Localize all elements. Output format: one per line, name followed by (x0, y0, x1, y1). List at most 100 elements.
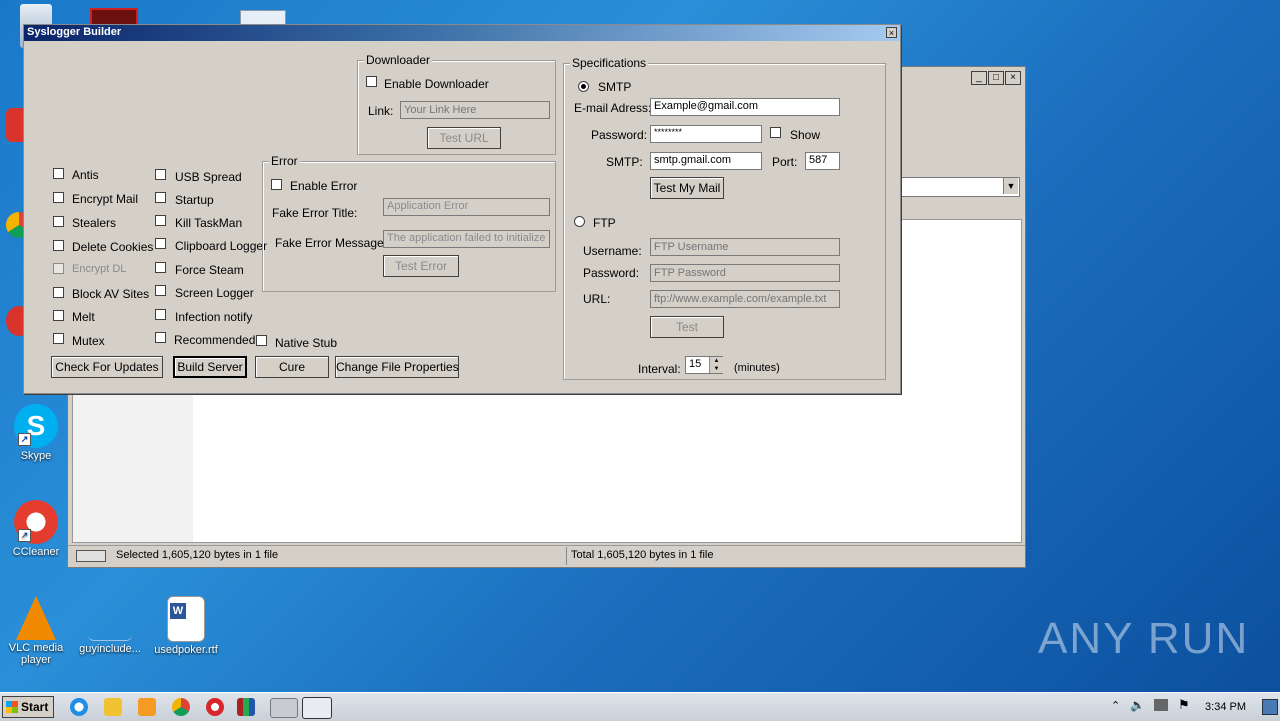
volume-icon[interactable]: 🔈 (1130, 698, 1145, 712)
melt-checkbox[interactable] (53, 310, 64, 321)
chrome-icon[interactable] (172, 698, 190, 716)
media-player-icon[interactable] (138, 698, 156, 716)
build-server-button[interactable]: Build Server (173, 356, 247, 378)
block-av-sites-checkbox[interactable] (53, 287, 64, 298)
error-group: Error Enable Error Fake Error Title: App… (262, 154, 556, 292)
enable-downloader-checkbox[interactable] (366, 76, 377, 87)
ftp-url-label: URL: (583, 292, 611, 306)
smtp-password-input[interactable]: ******** (650, 125, 762, 143)
taskbar: Start ⌃ 🔈 ⚑ 3:34 PM (0, 692, 1280, 721)
error-group-title: Error (269, 154, 300, 168)
enable-downloader-label: Enable Downloader (384, 77, 489, 91)
file-explorer-icon[interactable] (104, 698, 122, 716)
close-button[interactable]: × (1005, 71, 1021, 85)
fake-error-title-label: Fake Error Title: (272, 206, 358, 220)
syslogger-builder-dialog[interactable]: Syslogger Builder × Antis Encrypt Mail S… (23, 24, 901, 394)
desktop-icon-guyinclude[interactable]: guyinclude... (78, 596, 142, 655)
delete-cookies-checkbox[interactable] (53, 240, 64, 251)
kill-taskman-checkbox[interactable] (155, 215, 166, 226)
desktop-icon-vlc[interactable]: VLC media player (4, 596, 68, 666)
close-button[interactable]: × (886, 27, 897, 38)
encrypt-mail-checkbox[interactable] (53, 192, 64, 203)
desktop-icon-skype[interactable]: S ↗ Skype (4, 404, 68, 462)
tray-chevron-icon[interactable]: ⌃ (1111, 699, 1120, 712)
usb-spread-checkbox[interactable] (155, 169, 166, 180)
status-selected-text: Selected 1,605,120 bytes in 1 file (116, 549, 279, 561)
status-bar: Selected 1,605,120 bytes in 1 file Total… (68, 545, 1025, 566)
blank-file-icon (88, 596, 132, 641)
minimize-button[interactable]: _ (971, 71, 987, 85)
vlc-icon (16, 596, 56, 640)
clipboard-logger-checkbox[interactable] (155, 238, 166, 249)
email-input[interactable]: Example@gmail.com (650, 98, 840, 116)
enable-error-label: Enable Error (290, 179, 358, 193)
active-window-icon[interactable] (302, 697, 332, 719)
specifications-group-title: Specifications (570, 56, 649, 70)
ftp-radio-label: FTP (593, 216, 616, 230)
change-file-properties-button[interactable]: Change File Properties (335, 356, 459, 378)
action-center-flag-icon[interactable]: ⚑ (1178, 697, 1190, 713)
test-error-button[interactable]: Test Error (383, 255, 459, 277)
link-label: Link: (368, 104, 394, 118)
stealers-checkbox[interactable] (53, 216, 64, 227)
ftp-password-input[interactable] (650, 264, 840, 282)
smtp-host-label: SMTP: (606, 155, 643, 169)
link-input[interactable] (400, 101, 550, 119)
opera-icon[interactable] (206, 698, 224, 716)
encrypt-dl-checkbox (53, 263, 64, 274)
test-my-mail-button[interactable]: Test My Mail (650, 177, 724, 199)
ftp-radio[interactable] (574, 216, 585, 227)
screen-logger-checkbox[interactable] (155, 285, 166, 296)
maximize-button[interactable]: □ (988, 71, 1004, 85)
antis-label: Antis (72, 168, 99, 182)
interval-label: Interval: (638, 362, 681, 376)
show-desktop-button[interactable] (1262, 699, 1278, 715)
test-url-button[interactable]: Test URL (427, 127, 501, 149)
downloader-group-title: Downloader (364, 53, 433, 67)
taskbar-app-icon[interactable] (270, 698, 298, 718)
ftp-test-button[interactable]: Test (650, 316, 724, 338)
smtp-radio[interactable] (578, 81, 589, 92)
spinner-arrows-icon[interactable]: ▲ ▼ (709, 357, 723, 373)
mutex-checkbox[interactable] (53, 333, 64, 344)
smtp-host-input[interactable]: smtp.gmail.com (650, 152, 762, 170)
title-bar[interactable]: Syslogger Builder × (24, 25, 900, 41)
recommended-label: Recommended (174, 333, 256, 347)
kill-taskman-label: Kill TaskMan (175, 216, 243, 230)
window-title: Syslogger Builder (27, 26, 122, 38)
recommended-checkbox[interactable] (155, 332, 166, 343)
fake-error-title-input[interactable]: Application Error (383, 198, 550, 216)
combo-dropdown-icon[interactable]: ▼ (1003, 178, 1018, 194)
downloader-group: Downloader Enable Downloader Link: Test … (357, 53, 556, 155)
melt-label: Melt (72, 310, 95, 324)
internet-explorer-icon[interactable] (70, 698, 88, 716)
stealers-label: Stealers (72, 216, 117, 230)
show-password-checkbox[interactable] (770, 127, 781, 138)
enable-error-checkbox[interactable] (271, 179, 282, 190)
startup-label: Startup (175, 193, 214, 207)
ftp-url-input[interactable] (650, 290, 840, 308)
antis-checkbox[interactable] (53, 168, 64, 179)
desktop-icon-usedpoker[interactable]: W usedpoker.rtf (154, 596, 218, 656)
desktop-icon-ccleaner[interactable]: ↗ CCleaner (4, 500, 68, 558)
network-icon[interactable] (1154, 699, 1168, 711)
cure-button[interactable]: Cure (255, 356, 329, 378)
smtp-radio-label: SMTP (598, 80, 632, 94)
check-for-updates-button[interactable]: Check For Updates (51, 356, 163, 378)
clock[interactable]: 3:34 PM (1205, 701, 1246, 713)
fake-error-message-input[interactable]: The application failed to initialize p (383, 230, 550, 248)
clipboard-logger-label: Clipboard Logger (175, 239, 268, 253)
infection-notify-checkbox[interactable] (155, 309, 166, 320)
specifications-group: Specifications SMTP E-mail Adress: Examp… (563, 56, 886, 380)
start-button[interactable]: Start (2, 696, 54, 718)
address-combo[interactable] (898, 177, 1020, 197)
winrar-icon[interactable] (237, 698, 255, 716)
port-input[interactable]: 587 (805, 152, 840, 170)
force-steam-checkbox[interactable] (155, 262, 166, 273)
ftp-username-input[interactable] (650, 238, 840, 256)
watermark: ANY RUN (1038, 614, 1250, 663)
startup-checkbox[interactable] (155, 192, 166, 203)
encrypt-mail-label: Encrypt Mail (72, 192, 139, 206)
desktop-icon-label: usedpoker.rtf (154, 644, 218, 656)
native-stub-checkbox[interactable] (256, 335, 267, 346)
